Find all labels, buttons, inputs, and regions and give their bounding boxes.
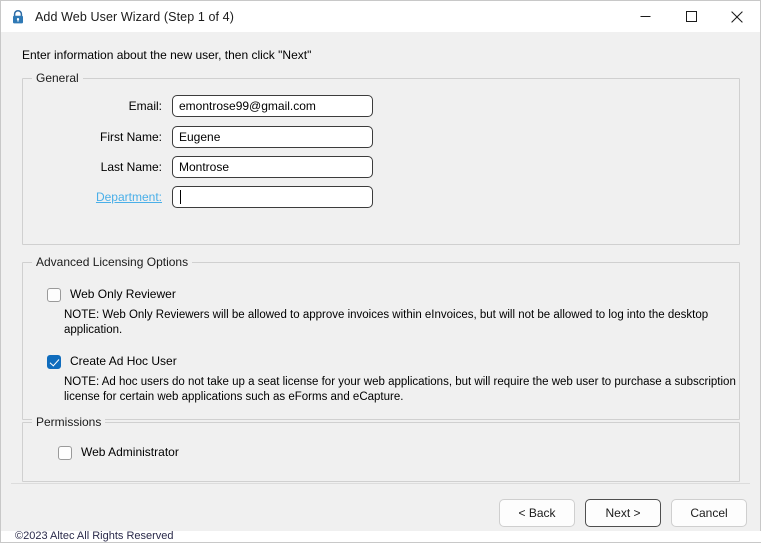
email-input[interactable] — [172, 95, 373, 117]
lock-icon — [13, 9, 23, 23]
copyright-text: ©2023 Altec All Rights Reserved — [15, 531, 174, 542]
title-bar-left: Add Web User Wizard (Step 1 of 4) — [1, 9, 622, 25]
last-name-input[interactable] — [172, 156, 373, 178]
department-input-wrap — [172, 186, 373, 208]
department-input[interactable] — [172, 186, 373, 208]
add-web-user-wizard-window: Add Web User Wizard (Step 1 of 4) Enter … — [0, 0, 761, 543]
maximize-button[interactable] — [668, 1, 714, 32]
back-button[interactable]: < Back — [499, 499, 575, 527]
web-only-reviewer-checkbox-row[interactable]: Web Only Reviewer — [47, 287, 176, 302]
advanced-licensing-options-group: Advanced Licensing Options Web Only Revi… — [22, 255, 740, 420]
licensing-group-legend: Advanced Licensing Options — [32, 255, 193, 269]
general-group-legend: General — [32, 71, 83, 85]
footer-divider — [11, 483, 750, 484]
web-administrator-label: Web Administrator — [81, 445, 179, 459]
bottom-status-strip: ©2023 Altec All Rights Reserved — [1, 531, 761, 542]
permissions-group-legend: Permissions — [32, 415, 106, 429]
web-administrator-checkbox-row[interactable]: Web Administrator — [58, 445, 179, 460]
create-ad-hoc-user-checkbox-row[interactable]: Create Ad Hoc User — [47, 354, 177, 369]
instruction-text: Enter information about the new user, th… — [22, 48, 312, 62]
email-row: Email: — [27, 95, 373, 117]
minimize-button[interactable] — [622, 1, 668, 32]
first-name-input[interactable] — [172, 126, 373, 148]
first-name-row: First Name: — [27, 126, 373, 148]
dialog-footer: < Back Next > Cancel — [499, 499, 747, 527]
web-administrator-checkbox[interactable] — [58, 446, 72, 460]
first-name-label: First Name: — [99, 130, 162, 144]
create-ad-hoc-user-label: Create Ad Hoc User — [70, 354, 177, 368]
minimize-icon — [640, 16, 650, 17]
permissions-group: Permissions Web Administrator — [22, 415, 740, 482]
text-caret — [180, 190, 181, 204]
last-name-row: Last Name: — [27, 156, 373, 178]
department-link[interactable]: Department: — [27, 190, 172, 204]
general-group: General Email: First Name: Last Name: De… — [22, 71, 740, 245]
email-label: Email: — [128, 99, 162, 113]
dialog-client-area: Enter information about the new user, th… — [1, 32, 761, 542]
close-icon — [731, 10, 743, 23]
last-name-label: Last Name: — [100, 160, 162, 174]
cancel-button[interactable]: Cancel — [671, 499, 747, 527]
web-only-reviewer-checkbox[interactable] — [47, 288, 61, 302]
create-ad-hoc-user-checkbox[interactable] — [47, 355, 61, 369]
next-button[interactable]: Next > — [585, 499, 661, 527]
create-ad-hoc-user-note: NOTE: Ad hoc users do not take up a seat… — [64, 376, 736, 403]
title-bar: Add Web User Wizard (Step 1 of 4) — [1, 1, 760, 32]
web-only-reviewer-label: Web Only Reviewer — [70, 287, 176, 301]
window-controls — [622, 1, 760, 32]
close-button[interactable] — [714, 1, 760, 32]
maximize-icon — [685, 11, 697, 22]
window-title: Add Web User Wizard (Step 1 of 4) — [35, 9, 234, 24]
web-only-reviewer-note: NOTE: Web Only Reviewers will be allowed… — [64, 309, 709, 336]
department-row: Department: — [27, 186, 373, 208]
